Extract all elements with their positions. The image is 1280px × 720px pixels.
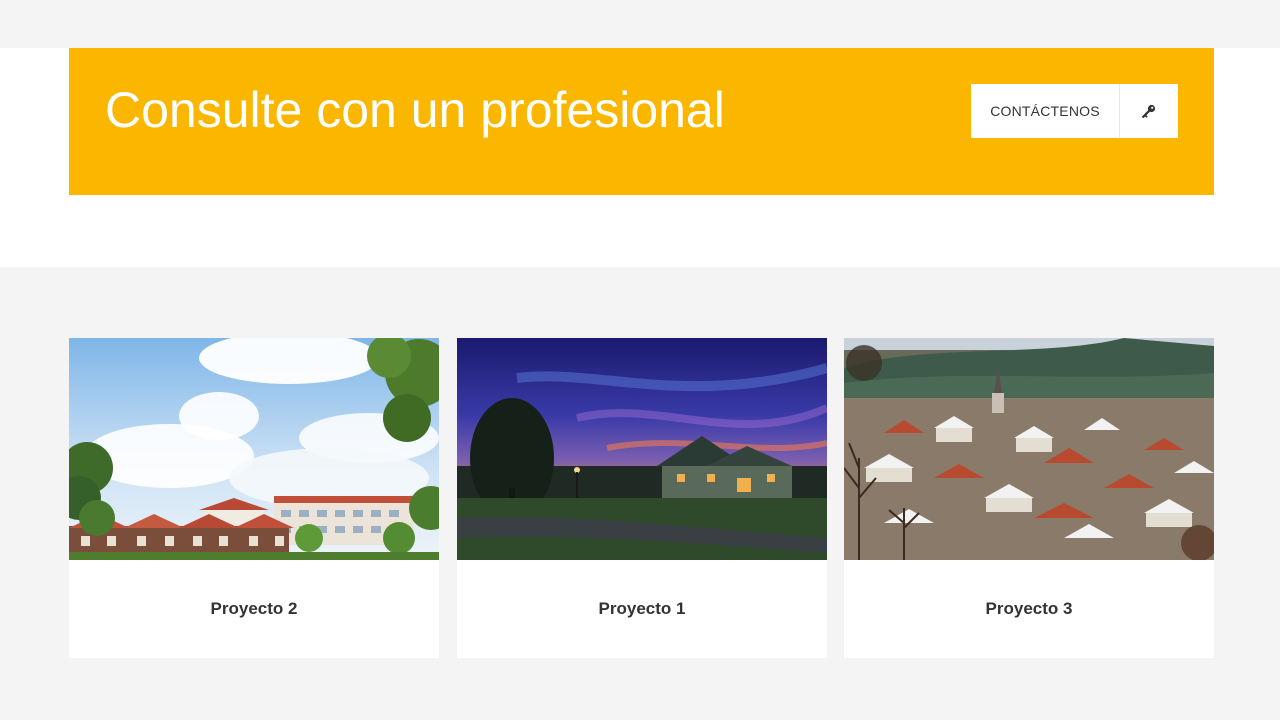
top-spacer	[0, 0, 1280, 48]
project-card-2[interactable]: Proyecto 2	[69, 338, 439, 658]
project-card-3[interactable]: Proyecto 3	[844, 338, 1214, 658]
project-title[interactable]: Proyecto 3	[844, 560, 1214, 658]
contact-button[interactable]: CONTÁCTENOS	[971, 84, 1120, 138]
key-icon[interactable]	[1120, 84, 1178, 138]
contact-button-group[interactable]: CONTÁCTENOS	[971, 84, 1178, 138]
project-card-1[interactable]: Proyecto 1	[457, 338, 827, 658]
project-title[interactable]: Proyecto 1	[457, 560, 827, 658]
cta-title: Consulte con un profesional	[105, 82, 725, 138]
dusk-house-image[interactable]	[457, 338, 827, 560]
project-title[interactable]: Proyecto 2	[69, 560, 439, 658]
snowy-town-image[interactable]	[844, 338, 1214, 560]
projects-grid: Proyecto 2 Proyecto 1 Proyecto 3	[69, 338, 1214, 658]
cta-banner: Consulte con un profesional CONTÁCTENOS	[69, 48, 1214, 195]
suburban-houses-image[interactable]	[69, 338, 439, 560]
